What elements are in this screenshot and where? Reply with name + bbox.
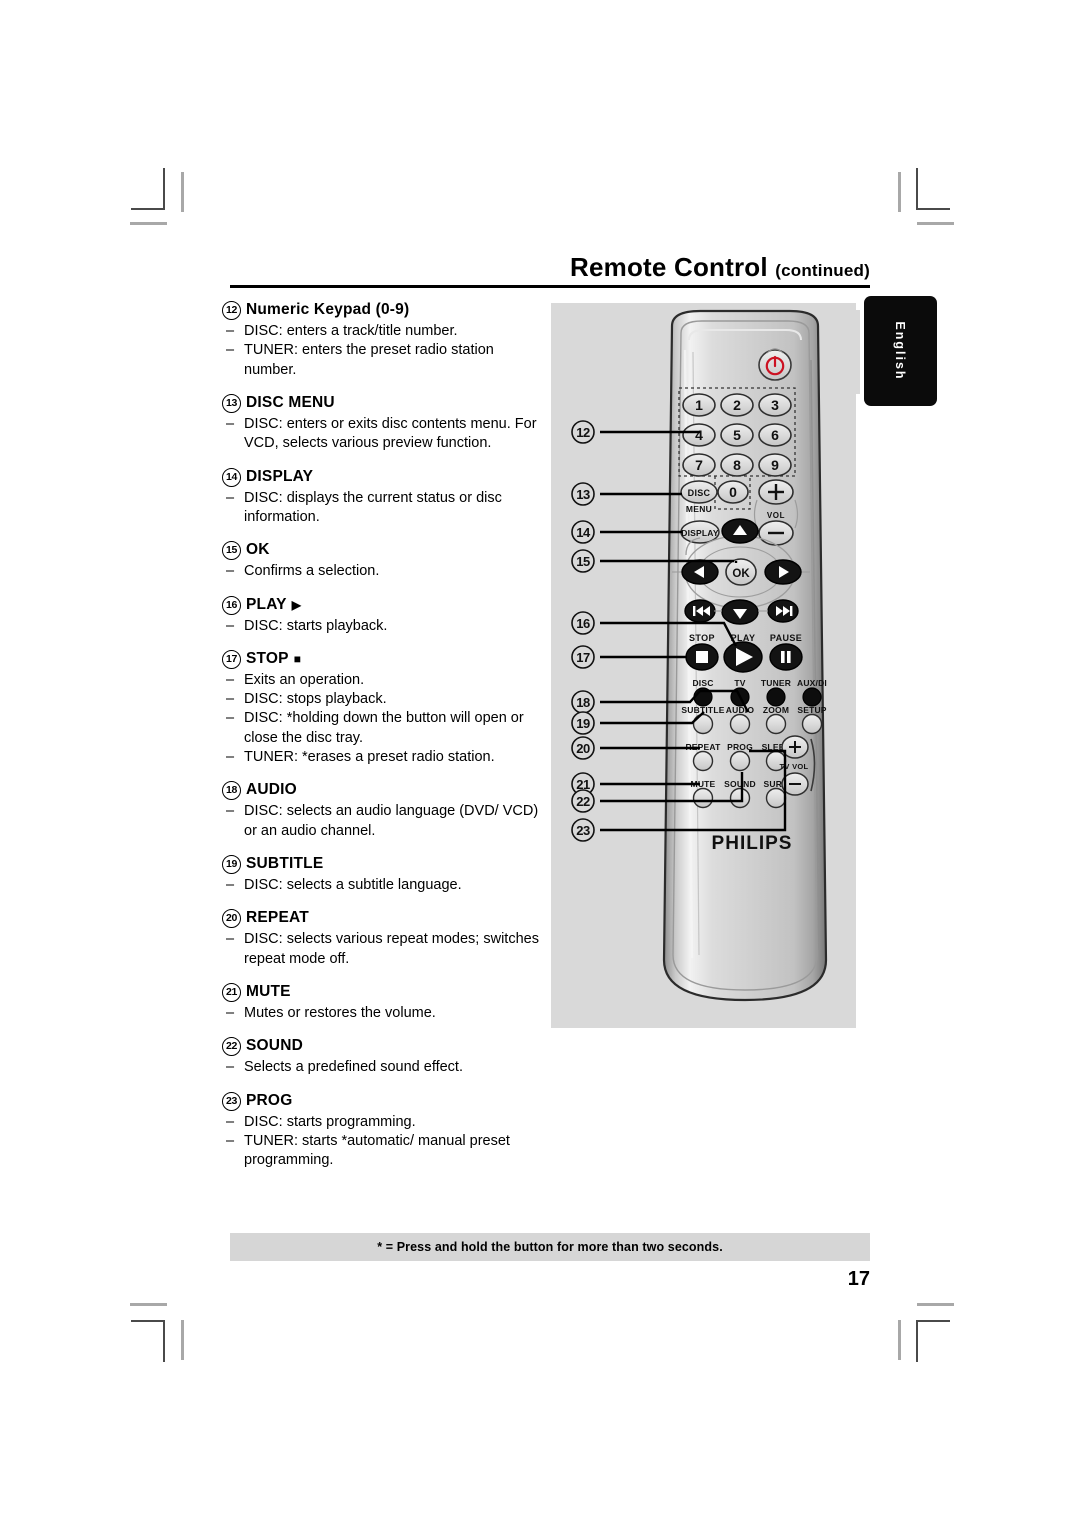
key-0[interactable]: 0	[717, 480, 749, 504]
svg-text:AUX/DI: AUX/DI	[797, 678, 827, 688]
callout-badge-13: 13	[571, 482, 595, 506]
disc-menu-button[interactable]: DISC MENU	[680, 480, 718, 514]
function-button-repeat	[692, 750, 714, 772]
function-button-mute	[692, 787, 714, 809]
nav-down-button[interactable]	[721, 599, 759, 625]
svg-text:9: 9	[771, 457, 779, 473]
function-button-prog	[729, 750, 751, 772]
page-number: 17	[847, 1268, 870, 1290]
svg-text:8: 8	[733, 457, 741, 473]
svg-text:0: 0	[729, 484, 737, 500]
nav-right-button[interactable]	[764, 559, 802, 585]
svg-text:20: 20	[576, 741, 590, 756]
source-button-tuner	[766, 687, 786, 707]
philips-logo: PHILIPS	[712, 833, 793, 854]
svg-text:DISC: DISC	[688, 488, 711, 498]
svg-text:3: 3	[771, 397, 779, 413]
svg-text:15: 15	[576, 554, 590, 569]
svg-text:PAUSE: PAUSE	[770, 633, 802, 643]
svg-text:SOUND: SOUND	[724, 779, 756, 789]
callout-badge-19: 19	[571, 711, 595, 735]
function-button-surr	[765, 787, 787, 809]
key-6[interactable]: 6	[758, 423, 792, 447]
svg-text:7: 7	[695, 457, 703, 473]
key-2[interactable]: 2	[720, 393, 754, 417]
svg-text:TUNER: TUNER	[761, 678, 791, 688]
ok-button[interactable]: OK	[725, 558, 757, 586]
footnote-bar: * = Press and hold the button for more t…	[230, 1233, 870, 1261]
nav-left-button[interactable]	[681, 559, 719, 585]
svg-text:MENU: MENU	[686, 504, 712, 514]
callout-badges: 121314151617181920212223	[571, 420, 595, 842]
svg-text:4: 4	[695, 427, 703, 443]
svg-text:18: 18	[576, 695, 590, 710]
svg-text:19: 19	[576, 716, 590, 731]
svg-text:22: 22	[576, 794, 590, 809]
display-button[interactable]: DISPLAY	[680, 520, 720, 544]
function-button-setup	[801, 713, 823, 735]
svg-text:AUDIO: AUDIO	[726, 705, 755, 715]
numeric-keypad[interactable]: 1 2 3 4 5 6 7 8 9	[682, 393, 792, 477]
svg-text:VOL: VOL	[767, 511, 785, 520]
callout-badge-15: 15	[571, 549, 595, 573]
svg-text:13: 13	[576, 487, 590, 502]
svg-text:1: 1	[695, 397, 703, 413]
svg-text:2: 2	[733, 397, 741, 413]
svg-text:OK: OK	[732, 568, 750, 580]
next-button[interactable]	[767, 599, 799, 623]
callout-badge-23: 23	[571, 818, 595, 842]
svg-text:5: 5	[733, 427, 741, 443]
transport-controls[interactable]: STOP PLAY PAUSE	[685, 633, 803, 673]
previous-button[interactable]	[684, 599, 716, 623]
function-button-subtitle	[692, 713, 714, 735]
callout-badge-18: 18	[571, 690, 595, 714]
svg-text:SETUP: SETUP	[797, 705, 826, 715]
key-8[interactable]: 8	[720, 453, 754, 477]
function-button-audio	[729, 713, 751, 735]
nav-up-button[interactable]	[721, 518, 759, 544]
key-4[interactable]: 4	[682, 423, 716, 447]
svg-text:STOP: STOP	[689, 633, 715, 643]
remote-control-diagram: 123456789 0 DISC MENU VOL DISPLAY	[571, 309, 828, 1002]
svg-text:6: 6	[771, 427, 779, 443]
footnote-text: * = Press and hold the button for more t…	[377, 1240, 723, 1254]
svg-text:14: 14	[576, 525, 591, 540]
svg-text:12: 12	[576, 425, 590, 440]
svg-text:TV: TV	[734, 678, 745, 688]
svg-text:17: 17	[576, 650, 590, 665]
key-7[interactable]: 7	[682, 453, 716, 477]
source-button-aux-di	[802, 687, 822, 707]
key-5[interactable]: 5	[720, 423, 754, 447]
key-3[interactable]: 3	[758, 393, 792, 417]
svg-text:16: 16	[576, 616, 590, 631]
callout-badge-16: 16	[571, 611, 595, 635]
svg-text:23: 23	[576, 823, 590, 838]
callout-badge-20: 20	[571, 736, 595, 760]
power-icon	[758, 348, 792, 381]
callout-badge-14: 14	[571, 520, 595, 544]
svg-text:ZOOM: ZOOM	[763, 705, 789, 715]
function-button-sound	[729, 787, 751, 809]
function-button-zoom	[765, 713, 787, 735]
key-1[interactable]: 1	[682, 393, 716, 417]
callout-badge-12: 12	[571, 420, 595, 444]
key-9[interactable]: 9	[758, 453, 792, 477]
svg-text:DISPLAY: DISPLAY	[681, 528, 719, 538]
svg-text:DISC: DISC	[692, 678, 713, 688]
callout-badge-22: 22	[571, 789, 595, 813]
callout-badge-17: 17	[571, 645, 595, 669]
